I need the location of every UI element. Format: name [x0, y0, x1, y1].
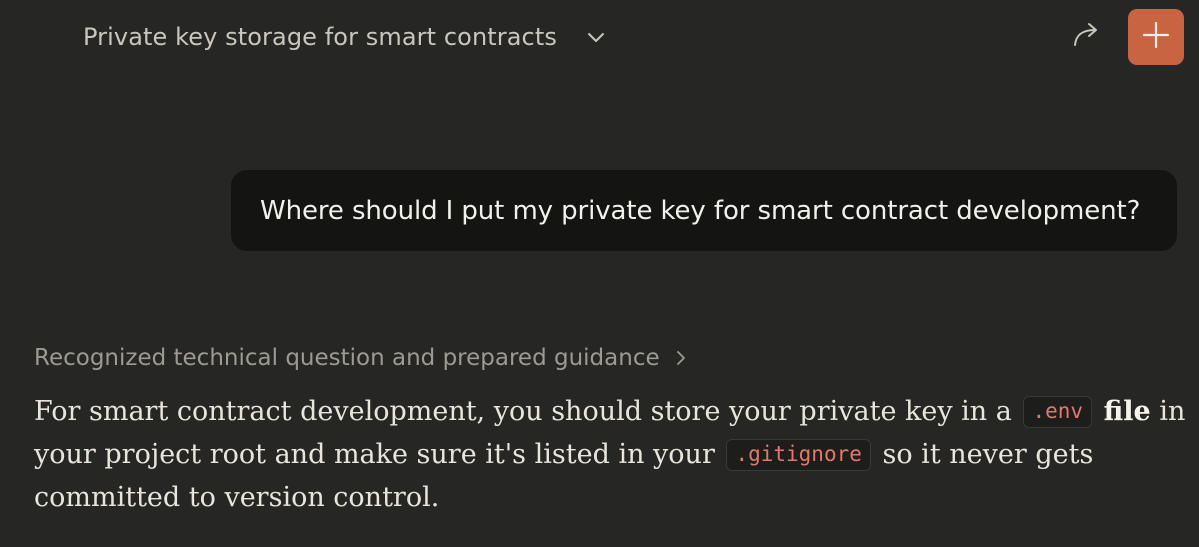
- chevron-down-icon: [585, 26, 607, 48]
- user-message-bubble: Where should I put my private key for sm…: [231, 170, 1177, 251]
- thinking-summary-text: Recognized technical question and prepar…: [34, 345, 660, 371]
- chevron-right-icon: [672, 349, 690, 367]
- response-text: your project root and make sure it's lis…: [34, 439, 715, 470]
- new-chat-button[interactable]: [1128, 9, 1184, 65]
- assistant-response: For smart contract development, you shou…: [34, 390, 1185, 519]
- conversation-title: Private key storage for smart contracts: [83, 23, 557, 51]
- conversation-title-dropdown[interactable]: Private key storage for smart contracts: [83, 18, 607, 56]
- user-message-text: Where should I put my private key for sm…: [260, 195, 1141, 226]
- share-button[interactable]: [1066, 18, 1106, 56]
- thinking-summary-toggle[interactable]: Recognized technical question and prepar…: [34, 340, 690, 376]
- response-bold-text: file: [1103, 396, 1151, 427]
- response-text: For smart contract development, you shou…: [34, 396, 1012, 427]
- response-text: in: [1159, 396, 1186, 427]
- plus-icon: [1142, 21, 1170, 53]
- response-line: For smart contract development, you shou…: [34, 390, 1185, 433]
- inline-code-env: .env: [1023, 396, 1093, 428]
- response-text: committed to version control.: [34, 482, 440, 513]
- share-arrow-icon: [1071, 21, 1101, 53]
- response-line: your project root and make sure it's lis…: [34, 433, 1154, 476]
- inline-code-gitignore: .gitignore: [726, 439, 871, 471]
- response-text: so it never gets: [882, 439, 1094, 470]
- response-line: committed to version control.: [34, 476, 1154, 519]
